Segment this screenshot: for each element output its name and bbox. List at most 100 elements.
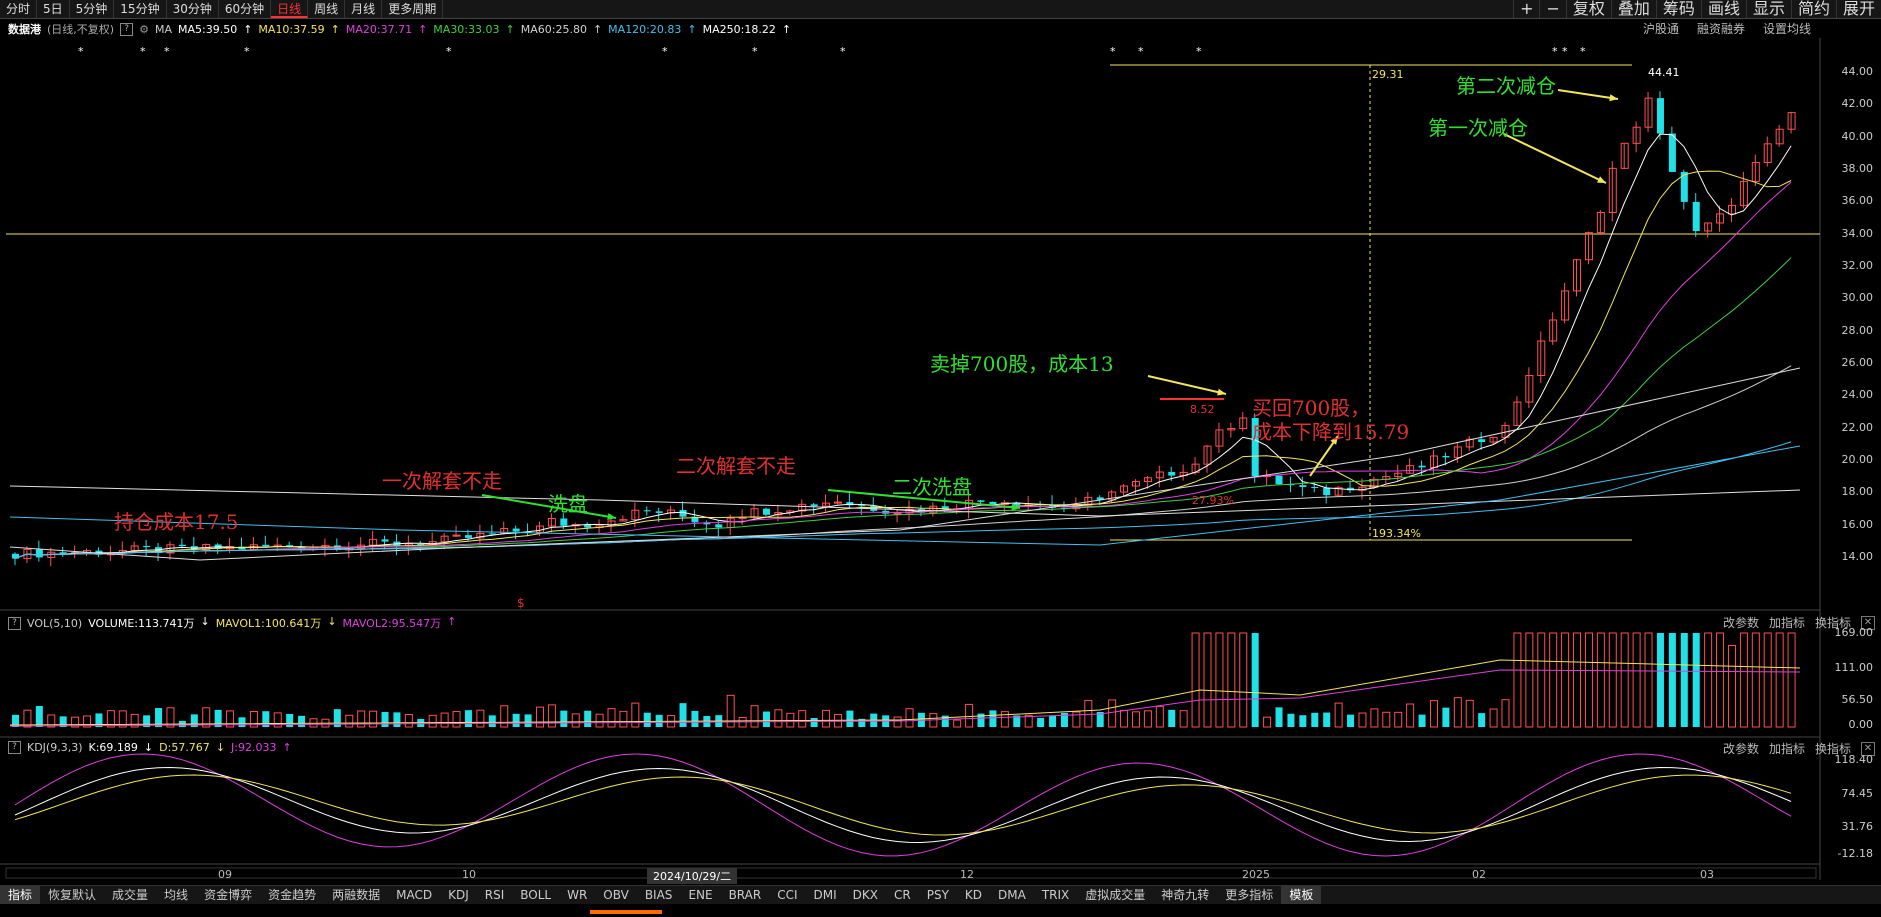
indicator-tab[interactable]: 神奇九转 bbox=[1153, 886, 1217, 904]
volume-bar bbox=[452, 711, 461, 728]
indicator-tab[interactable]: DMI bbox=[806, 886, 845, 904]
volume-bar bbox=[1215, 632, 1224, 728]
event-marker: * bbox=[752, 45, 758, 58]
indicator-tab[interactable]: BRAR bbox=[721, 886, 770, 904]
indicator-tab[interactable]: 恢复默认 bbox=[40, 886, 104, 904]
volume-bar bbox=[1453, 697, 1462, 728]
price-tick: 22.00 bbox=[1841, 420, 1874, 434]
indicator-tab[interactable]: 两融数据 bbox=[324, 886, 388, 904]
panel-control[interactable]: 改参数 bbox=[1723, 614, 1759, 631]
x-tick: 10 bbox=[462, 868, 476, 881]
candle-body bbox=[464, 535, 472, 538]
candle-body bbox=[381, 539, 389, 542]
indicator-tab[interactable]: KD bbox=[957, 886, 990, 904]
kdj-label: KDJ(9,3,3) bbox=[27, 741, 83, 754]
annotation: 一次解套不走 bbox=[382, 469, 502, 493]
volume-bar bbox=[750, 705, 759, 728]
indicator-tab[interactable]: 资金趋势 bbox=[260, 886, 324, 904]
candle-body bbox=[858, 505, 866, 507]
price-tick: 40.00 bbox=[1841, 129, 1874, 143]
indicator-tab[interactable]: 资金博弈 bbox=[196, 886, 260, 904]
volume-bar bbox=[1000, 711, 1009, 728]
volume-bar bbox=[560, 710, 568, 727]
volume-bar bbox=[584, 710, 592, 727]
indicator-tab[interactable]: CR bbox=[886, 886, 919, 904]
candle-body bbox=[262, 544, 270, 547]
volume-bar bbox=[1704, 632, 1713, 728]
panel-control[interactable]: 改参数 bbox=[1723, 740, 1759, 757]
indicator-tab[interactable]: BOLL bbox=[512, 886, 559, 904]
help-icon[interactable]: ? bbox=[8, 616, 21, 630]
indicator-tab[interactable]: PSY bbox=[919, 886, 957, 904]
indicator-tab[interactable]: KDJ bbox=[440, 886, 477, 904]
dollar-mark: $ bbox=[517, 596, 525, 610]
volume-bar bbox=[1406, 703, 1415, 728]
arrow-icon: ↓ bbox=[200, 615, 210, 628]
kdj-k-line bbox=[14, 766, 1792, 844]
volume-bar bbox=[1763, 632, 1772, 728]
candle-body bbox=[59, 552, 67, 554]
volume-bar bbox=[1608, 632, 1617, 728]
volume-bar bbox=[1311, 712, 1319, 727]
volume-bar bbox=[1143, 710, 1152, 728]
indicator-tab[interactable]: OBV bbox=[595, 886, 637, 904]
candle-body bbox=[143, 545, 151, 548]
pct-label: 193.34% bbox=[1372, 527, 1421, 540]
panel-control[interactable]: 加指标 bbox=[1769, 614, 1805, 631]
indicator-tab[interactable]: 指标 bbox=[0, 886, 41, 904]
volume-bar bbox=[1370, 708, 1379, 728]
event-marker: * bbox=[1110, 45, 1116, 58]
kdj-value: D:57.767 bbox=[159, 741, 210, 754]
indicator-tab[interactable]: 模板 bbox=[1281, 886, 1322, 904]
candle-body bbox=[178, 544, 186, 547]
volume-bar bbox=[1084, 699, 1093, 728]
volume-bar bbox=[893, 716, 902, 728]
price-tick: 42.00 bbox=[1841, 97, 1874, 111]
volume-bar bbox=[1108, 699, 1117, 728]
indicator-tab[interactable]: DMA bbox=[990, 886, 1034, 904]
ma-line bbox=[14, 257, 1792, 560]
indicator-tab[interactable]: MACD bbox=[388, 886, 440, 904]
indicator-tab[interactable]: CCI bbox=[769, 886, 805, 904]
indicator-tab[interactable]: BIAS bbox=[637, 886, 681, 904]
volume-bar bbox=[1263, 716, 1272, 728]
volume-bar bbox=[238, 717, 246, 727]
indicator-tab[interactable]: RSI bbox=[477, 886, 513, 904]
indicator-tab[interactable]: TRIX bbox=[1034, 886, 1077, 904]
volume-bar bbox=[1584, 632, 1593, 728]
volume-bar bbox=[1680, 633, 1688, 727]
indicator-tab[interactable]: 更多指标 bbox=[1217, 886, 1281, 904]
x-tick: 2025 bbox=[1242, 868, 1270, 881]
peak-label: 8.52 bbox=[1190, 403, 1215, 416]
arrow-icon: ↑ bbox=[282, 741, 292, 754]
indicator-tab[interactable]: 虚拟成交量 bbox=[1077, 886, 1153, 904]
kdj-value: K:69.189 bbox=[88, 741, 138, 754]
annotation: 二次洗盘 bbox=[892, 475, 972, 499]
volume-bar bbox=[631, 702, 640, 728]
volume-bar bbox=[440, 712, 449, 728]
indicator-tab[interactable]: 均线 bbox=[156, 886, 196, 904]
indicator-tab[interactable]: ENE bbox=[680, 886, 720, 904]
arrow-icon: ↓ bbox=[215, 741, 226, 754]
indicator-tab[interactable]: WR bbox=[559, 886, 595, 904]
candle-body bbox=[762, 508, 770, 515]
annotation: 第二次减仓 bbox=[1456, 74, 1556, 98]
candle-body bbox=[1168, 472, 1176, 476]
arrow-icon: ↓ bbox=[327, 615, 337, 628]
volume-bar bbox=[1739, 632, 1748, 728]
panel-control[interactable]: 加指标 bbox=[1769, 740, 1805, 757]
candle-body bbox=[1418, 465, 1426, 468]
annotation: 卖掉700股，成本13 bbox=[930, 352, 1114, 376]
volume-bar bbox=[1429, 700, 1438, 728]
annotation: 持仓成本17.5 bbox=[114, 510, 239, 534]
annotation: 洗盘 bbox=[548, 492, 588, 516]
indicator-tab[interactable]: 成交量 bbox=[104, 886, 156, 904]
help-icon[interactable]: ? bbox=[8, 741, 21, 754]
volume-bar bbox=[1525, 632, 1534, 728]
volume-bar bbox=[1347, 714, 1355, 727]
candlestick-chart[interactable]: * * * * * * * * * * * * * * bbox=[0, 0, 1881, 917]
pct-label-small: 27.93% bbox=[1192, 494, 1234, 507]
event-marker: * bbox=[840, 45, 846, 58]
indicator-tab[interactable]: DKX bbox=[845, 886, 886, 904]
vol-value: VOLUME:113.741万 bbox=[88, 617, 195, 630]
